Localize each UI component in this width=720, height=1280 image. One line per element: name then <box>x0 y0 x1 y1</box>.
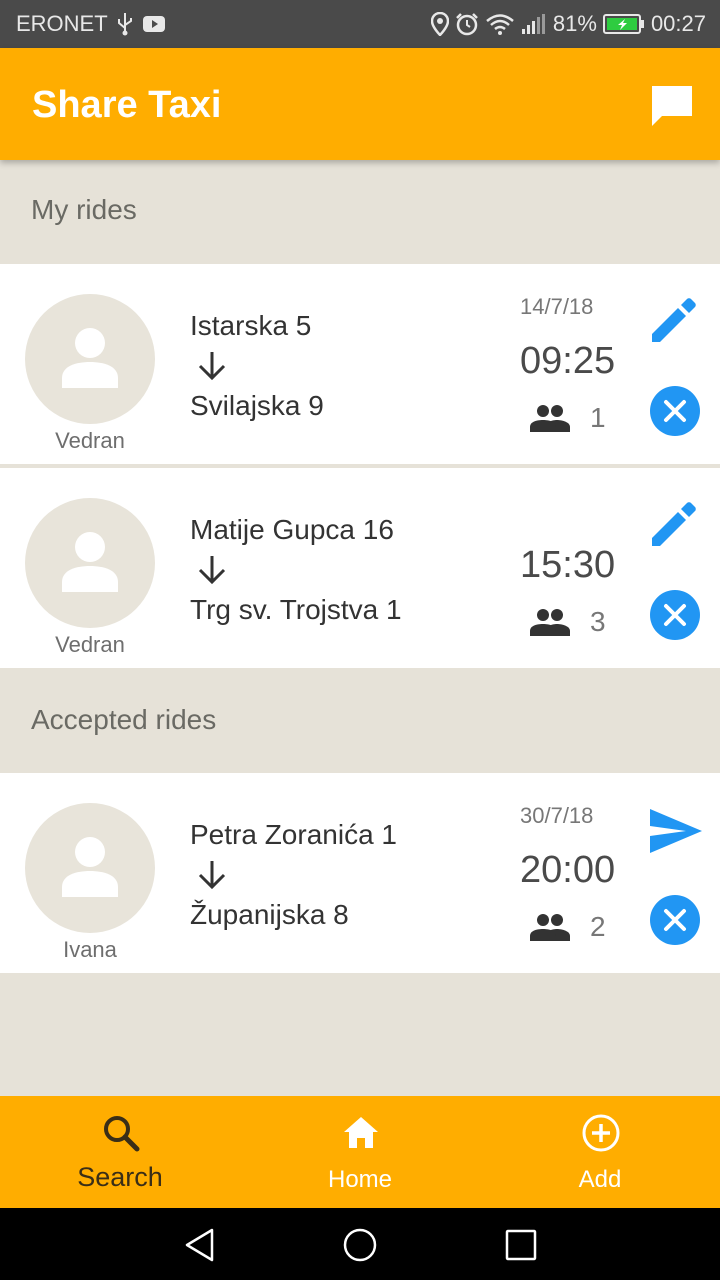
driver-name: Ivana <box>63 937 117 962</box>
nav-add-label: Add <box>578 1166 622 1193</box>
cancel-button[interactable] <box>650 386 700 436</box>
close-icon <box>664 400 686 422</box>
driver-name: Vedran <box>55 632 125 657</box>
person-icon <box>62 328 118 388</box>
system-navigation-bar <box>0 1208 720 1280</box>
origin-address: Istarska 5 <box>190 310 312 341</box>
destination-address: Svilajska 9 <box>190 390 324 421</box>
avatar <box>25 294 155 424</box>
edit-icon[interactable] <box>650 296 698 344</box>
battery-charging-icon <box>602 14 644 34</box>
ride-time: 15:30 <box>520 544 616 586</box>
origin-address: Matije Gupca 16 <box>190 514 394 545</box>
ride-time: 20:00 <box>520 849 616 891</box>
wifi-icon <box>486 14 514 35</box>
home-circle-icon[interactable] <box>342 1227 378 1263</box>
accepted-rides-label: Accepted rides <box>31 704 217 735</box>
send-icon[interactable] <box>648 807 704 855</box>
app-bar: Share Taxi <box>0 48 720 160</box>
carrier-label: ERONET <box>16 11 108 36</box>
arrow-down-icon <box>198 352 226 381</box>
ride-date: 14/7/18 <box>520 294 594 319</box>
cancel-button[interactable] <box>650 590 700 640</box>
seat-count: 1 <box>590 402 606 433</box>
accepted-rides-section-header: Accepted rides <box>0 668 720 772</box>
alarm-icon <box>456 13 478 36</box>
seat-count: 2 <box>590 911 606 942</box>
add-circle-icon <box>582 1114 620 1152</box>
origin-address: Petra Zoranića 1 <box>190 819 397 850</box>
arrow-down-icon <box>198 861 226 890</box>
clock: 00:27 <box>650 11 706 36</box>
people-icon <box>530 405 570 432</box>
destination-address: Županijska 8 <box>190 899 349 930</box>
people-icon <box>530 609 570 636</box>
recents-icon[interactable] <box>505 1229 537 1261</box>
cancel-button[interactable] <box>650 895 700 945</box>
nav-home-label: Home <box>327 1166 393 1193</box>
nav-add[interactable]: Add <box>480 1096 720 1208</box>
youtube-icon <box>142 16 165 32</box>
ride-date: 30/7/18 <box>520 803 594 828</box>
people-icon <box>530 914 570 941</box>
avatar <box>25 803 155 933</box>
ride-card[interactable]: Vedran Istarska 5 Svilajska 9 14/7/18 09… <box>0 264 720 464</box>
avatar <box>25 498 155 628</box>
nav-search-label: Search <box>77 1162 163 1192</box>
app-title: Share Taxi <box>32 84 222 126</box>
location-icon <box>430 12 449 36</box>
person-icon <box>62 532 118 592</box>
bottom-navigation: Search Home Add <box>0 1096 720 1208</box>
chat-icon[interactable] <box>650 84 694 128</box>
person-icon <box>62 837 118 897</box>
ride-time: 09:25 <box>520 340 616 382</box>
back-icon[interactable] <box>184 1228 216 1262</box>
driver-name: Vedran <box>55 428 125 453</box>
destination-address: Trg sv. Trojstva 1 <box>190 594 402 625</box>
seat-count: 3 <box>590 606 606 637</box>
status-bar: ERONET 81% 00:27 <box>0 0 720 48</box>
ride-card[interactable]: Ivana Petra Zoranića 1 Županijska 8 30/7… <box>0 773 720 973</box>
my-rides-label: My rides <box>31 194 137 225</box>
edit-icon[interactable] <box>650 500 698 548</box>
battery-percent: 81% <box>552 11 597 36</box>
my-rides-section-header: My rides <box>0 160 720 264</box>
signal-icon <box>521 14 545 34</box>
search-icon <box>104 1116 140 1152</box>
home-icon <box>344 1117 378 1148</box>
nav-search[interactable]: Search <box>0 1096 240 1208</box>
close-icon <box>664 604 686 626</box>
ride-card[interactable]: Vedran Matije Gupca 16 Trg sv. Trojstva … <box>0 468 720 668</box>
close-icon <box>664 909 686 931</box>
arrow-down-icon <box>198 556 226 585</box>
nav-home[interactable]: Home <box>240 1096 480 1208</box>
usb-icon <box>117 13 132 36</box>
